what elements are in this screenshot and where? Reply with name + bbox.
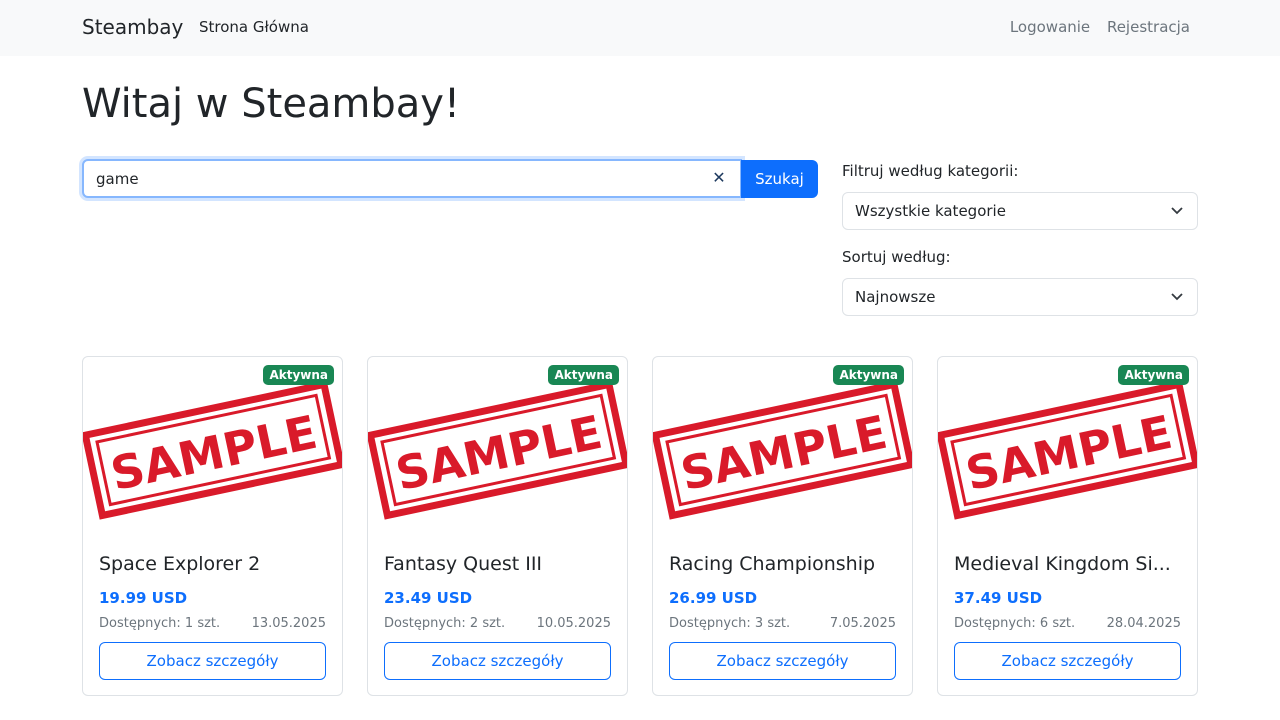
product-card[interactable]: SAMPLE Aktywna Fantasy Quest III 23.49 U… [367,356,628,696]
product-title: Racing Championship [669,553,876,575]
product-stock: Dostępnych: 6 szt. [954,616,1076,631]
product-price: 19.99 USD [99,589,188,607]
view-details-button[interactable]: Zobacz szczegóły [99,642,326,680]
product-card[interactable]: SAMPLE Aktywna Space Explorer 2 19.99 US… [82,356,343,696]
product-title: Medieval Kingdom Si... [954,553,1171,575]
sort-select[interactable]: Najnowsze [842,278,1198,316]
nav-home-link[interactable]: Strona Główna [199,18,309,36]
view-details-button[interactable]: Zobacz szczegóły [669,642,896,680]
sample-stamp-text: SAMPLE [961,405,1177,501]
sort-label: Sortuj według: [842,248,951,266]
brand-link[interactable]: Steambay [82,15,183,39]
status-badge: Aktywna [833,365,904,385]
product-stock: Dostępnych: 1 szt. [99,616,221,631]
product-price: 37.49 USD [954,589,1043,607]
view-details-button[interactable]: Zobacz szczegóły [384,642,611,680]
product-price: 23.49 USD [384,589,473,607]
search-group: ✕ Szukaj [82,159,818,198]
sample-stamp-text: SAMPLE [106,405,322,501]
navbar: Steambay Strona Główna Logowanie Rejestr… [0,0,1280,56]
status-badge: Aktywna [263,365,334,385]
search-button[interactable]: Szukaj [741,160,818,198]
product-title: Fantasy Quest III [384,553,543,575]
search-input[interactable] [82,159,742,198]
sample-stamp-text: SAMPLE [391,405,607,501]
sample-stamp-text: SAMPLE [676,405,892,501]
status-badge: Aktywna [548,365,619,385]
product-stock: Dostępnych: 3 szt. [669,616,791,631]
product-title: Space Explorer 2 [99,553,261,575]
product-stock: Dostępnych: 2 szt. [384,616,506,631]
sort-select-value: Najnowsze [855,288,936,306]
chevron-down-icon [1171,193,1183,243]
status-badge: Aktywna [1118,365,1189,385]
product-card[interactable]: SAMPLE Aktywna Medieval Kingdom Si... 37… [937,356,1198,696]
page-title: Witaj w Steambay! [82,81,461,127]
register-link[interactable]: Rejestracja [1107,18,1190,36]
nav-auth-links: Logowanie Rejestracja [998,18,1190,36]
category-select[interactable]: Wszystkie kategorie [842,192,1198,230]
category-filter-label: Filtruj według kategorii: [842,162,1019,180]
product-date: 28.04.2025 [1106,616,1181,631]
product-card[interactable]: SAMPLE Aktywna Racing Championship 26.99… [652,356,913,696]
clear-search-icon[interactable]: ✕ [710,169,728,187]
product-date: 7.05.2025 [829,616,896,631]
category-select-value: Wszystkie kategorie [855,202,1006,220]
login-link[interactable]: Logowanie [1010,18,1090,36]
product-date: 10.05.2025 [536,616,611,631]
product-price: 26.99 USD [669,589,758,607]
chevron-down-icon [1171,279,1183,329]
product-date: 13.05.2025 [251,616,326,631]
view-details-button[interactable]: Zobacz szczegóły [954,642,1181,680]
